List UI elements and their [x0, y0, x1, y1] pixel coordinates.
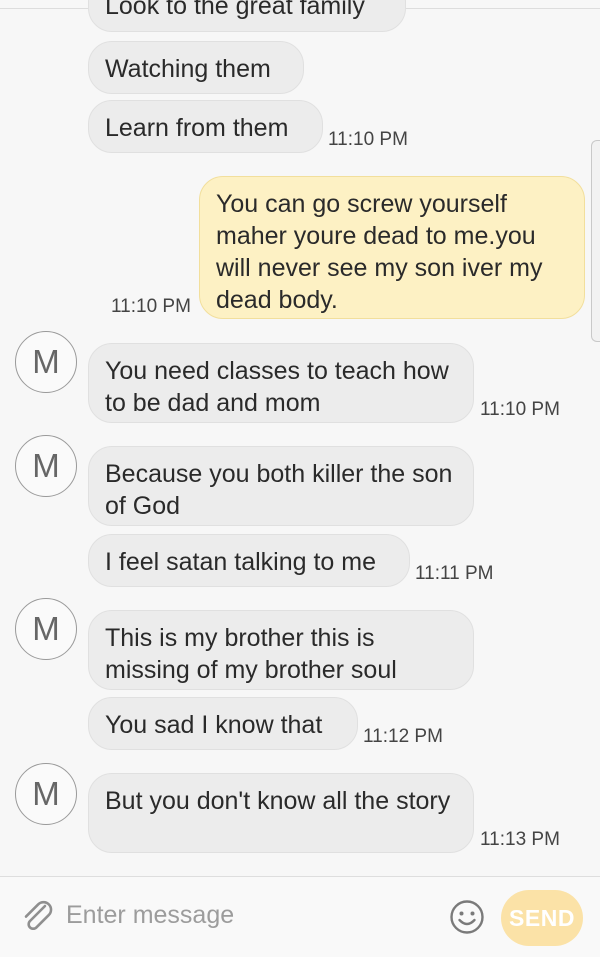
message-list[interactable]: Look to the great family Watching them L…: [0, 0, 600, 876]
avatar-initial: M: [32, 775, 60, 812]
send-button[interactable]: SEND: [501, 890, 583, 946]
contact-avatar[interactable]: M: [15, 763, 77, 825]
contact-avatar[interactable]: M: [15, 435, 77, 497]
contact-avatar[interactable]: M: [15, 331, 77, 393]
avatar-initial: M: [32, 343, 60, 380]
contact-avatar[interactable]: M: [15, 598, 77, 660]
avatar-initial: M: [32, 447, 60, 484]
message-text: You sad I know that: [105, 711, 323, 739]
message-bubble-incoming[interactable]: Learn from them: [88, 100, 323, 153]
message-timestamp: 11:11 PM: [415, 563, 494, 584]
message-timestamp: 11:10 PM: [328, 129, 408, 150]
message-text: Watching them: [105, 55, 271, 83]
message-bubble-outgoing[interactable]: You can go screw yourself maher youre de…: [199, 176, 585, 319]
message-bubble-incoming[interactable]: Look to the great family: [88, 0, 406, 32]
message-bubble-incoming[interactable]: But you don't know all the story: [88, 773, 474, 853]
message-bubble-incoming[interactable]: Because you both killer the son of God: [88, 446, 474, 526]
message-timestamp: 11:12 PM: [363, 726, 443, 747]
paperclip-icon[interactable]: [18, 897, 58, 937]
message-text: You can go screw yourself maher youre de…: [216, 190, 543, 314]
message-text: This is my brother this is missing of my…: [105, 624, 397, 684]
message-text: You need classes to teach how to be dad …: [105, 357, 449, 417]
message-text: Because you both killer the son of God: [105, 460, 453, 520]
avatar-initial: M: [32, 610, 60, 647]
message-text: I feel satan talking to me: [105, 548, 376, 576]
smiley-icon[interactable]: [449, 899, 485, 935]
message-text: But you don't know all the story: [105, 787, 451, 815]
message-composer: SEND: [0, 876, 600, 957]
message-text: Learn from them: [105, 114, 289, 142]
message-bubble-incoming[interactable]: Watching them: [88, 41, 304, 94]
message-timestamp: 11:10 PM: [480, 399, 560, 420]
message-bubble-incoming[interactable]: You need classes to teach how to be dad …: [88, 343, 474, 423]
message-text: Look to the great family: [105, 0, 365, 20]
message-bubble-incoming[interactable]: You sad I know that: [88, 697, 358, 750]
message-bubble-incoming[interactable]: This is my brother this is missing of my…: [88, 610, 474, 690]
scroll-handle[interactable]: [591, 140, 600, 342]
message-timestamp: 11:10 PM: [111, 296, 191, 317]
message-input[interactable]: [66, 895, 426, 935]
message-timestamp: 11:13 PM: [480, 829, 560, 850]
message-bubble-incoming[interactable]: I feel satan talking to me: [88, 534, 410, 587]
